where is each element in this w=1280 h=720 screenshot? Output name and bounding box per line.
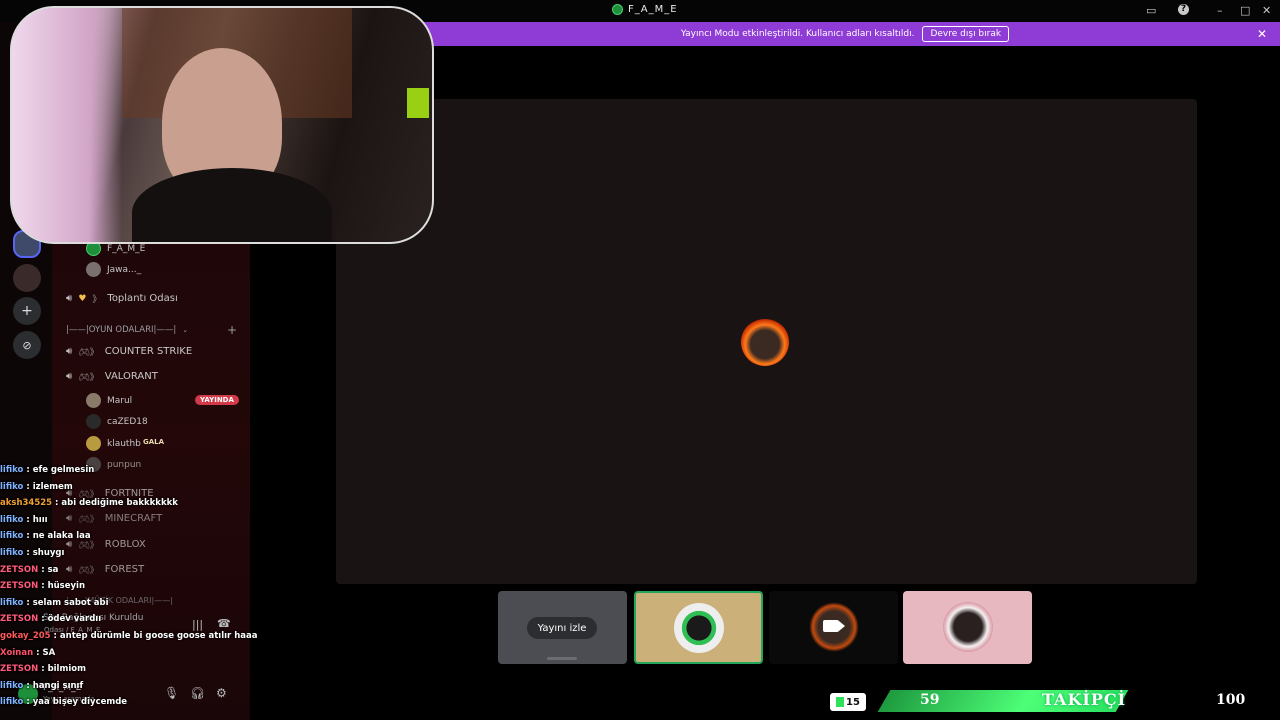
channel-name: COUNTER STRIKE bbox=[104, 346, 193, 357]
tile-indicator bbox=[547, 657, 577, 660]
follower-goal: 100 bbox=[1216, 692, 1246, 708]
gala-tag: GALA bbox=[143, 438, 165, 446]
chevron-icon: 》 bbox=[92, 295, 102, 305]
speaker-icon: 🔊︎ bbox=[66, 371, 73, 382]
live-badge: YAYINDA bbox=[195, 395, 239, 405]
maximize-button[interactable]: □ bbox=[1240, 4, 1250, 17]
inbox-icon[interactable]: ▭ bbox=[1146, 4, 1156, 17]
chat-message: lifiko : shuygı bbox=[0, 547, 65, 558]
disable-streamer-mode-button[interactable]: Devre dışı bırak bbox=[922, 26, 1010, 42]
chat-message: aksh34525 : abi dediğime bakkkkkkk bbox=[0, 498, 178, 509]
voice-member[interactable]: Marul bbox=[86, 393, 132, 408]
follower-current: 59 bbox=[920, 692, 940, 708]
watch-stream-button[interactable]: Yayını izle bbox=[527, 617, 597, 639]
follower-small-count: 15 bbox=[830, 693, 866, 711]
participant-tile-speaking[interactable] bbox=[634, 591, 763, 664]
chat-message: ZETSON : hüseyin bbox=[0, 581, 85, 592]
avatar bbox=[86, 436, 101, 451]
chat-message: lifiko : hangi sınıf bbox=[0, 680, 84, 691]
chat-message: lifiko : efe gelmesin bbox=[0, 465, 95, 475]
voice-member[interactable]: klauthb bbox=[86, 436, 141, 451]
chat-message: ZETSON : ödev vardıı bbox=[0, 614, 102, 625]
participant-tile[interactable] bbox=[769, 591, 898, 664]
member-name: Jawa..._ bbox=[107, 264, 142, 275]
member-name: klauthb bbox=[107, 438, 141, 449]
chat-message: lifiko : yaa bişey diycemde bbox=[0, 697, 128, 708]
gamepad-icon: 🎮︎》 bbox=[78, 348, 99, 358]
chat-message: ZETSON : bilmiom bbox=[0, 664, 86, 675]
webcam-person-body bbox=[132, 168, 332, 242]
speaker-icon: 🔊︎ bbox=[66, 293, 73, 304]
server-icon[interactable] bbox=[13, 264, 41, 292]
participant-tile[interactable] bbox=[903, 591, 1032, 664]
window-title-text: F_A_M_E bbox=[628, 4, 678, 15]
add-channel-icon[interactable]: + bbox=[227, 323, 237, 337]
chat-message: lifiko : hııı bbox=[0, 514, 48, 525]
participant-avatar bbox=[942, 602, 993, 652]
participant-avatar bbox=[808, 602, 859, 652]
add-server-icon[interactable]: + bbox=[13, 297, 41, 325]
camera-icon-lens bbox=[838, 621, 845, 631]
help-icon[interactable]: ? bbox=[1178, 4, 1189, 15]
heart-icon: ♥ bbox=[78, 293, 87, 304]
minimize-button[interactable]: – bbox=[1217, 4, 1223, 17]
avatar bbox=[86, 393, 101, 408]
chat-message: lifiko : izlemem bbox=[0, 481, 73, 492]
streamer-mode-banner: Yayıncı Modu etkinleştirildi. Kullanıcı … bbox=[410, 22, 1280, 46]
stage-user-avatar bbox=[741, 318, 789, 366]
category-games[interactable]: |——|OYUN ODALARI|——| ⌄ bbox=[66, 325, 188, 335]
chat-message: lifiko : selam sabot abi bbox=[0, 597, 109, 608]
follower-label: TAKİPÇİ bbox=[1042, 690, 1127, 709]
explore-servers-icon[interactable]: ⊘ bbox=[13, 331, 41, 359]
webcam-light bbox=[12, 8, 122, 242]
voice-member[interactable]: caZED18 bbox=[86, 414, 148, 429]
follower-small-count-text: 15 bbox=[846, 696, 860, 708]
channel-name: VALORANT bbox=[104, 371, 158, 382]
channel-counter-strike[interactable]: 🔊︎ 🎮︎》 COUNTER STRIKE bbox=[66, 345, 192, 358]
chevron-down-icon: ⌄ bbox=[182, 326, 189, 334]
chat-message: gokay_205 : antep dürümle bi goose goose… bbox=[0, 630, 258, 641]
chat-message: Xoinan : SA bbox=[0, 647, 56, 658]
webcam-overlay bbox=[10, 6, 434, 244]
follower-icon bbox=[836, 697, 845, 707]
member-name: Marul bbox=[107, 395, 133, 406]
app-logo-icon bbox=[612, 4, 623, 15]
gamepad-icon: 🎮︎》 bbox=[78, 373, 99, 383]
voice-member[interactable]: Jawa..._ bbox=[86, 262, 141, 277]
channel-valorant[interactable]: 🔊︎ 🎮︎》 VALORANT bbox=[66, 370, 158, 383]
channel-name: Toplantı Odası bbox=[107, 293, 178, 304]
webcam-green-light bbox=[407, 88, 429, 118]
close-window-button[interactable]: ✕ bbox=[1262, 4, 1271, 17]
category-name: |——|OYUN ODALARI|——| bbox=[66, 325, 177, 335]
avatar bbox=[86, 414, 101, 429]
channel-meeting-room[interactable]: 🔊︎ ♥ 》 Toplantı Odası bbox=[66, 292, 178, 305]
chat-message: ZETSON : sa bbox=[0, 564, 59, 575]
window-title: F_A_M_E bbox=[612, 4, 678, 15]
member-name: F_A_M_E bbox=[107, 243, 146, 254]
participant-avatar bbox=[673, 603, 724, 653]
chat-overlay: lifiko : efe gelmesin lifiko : izlemem a… bbox=[0, 462, 258, 720]
camera-icon bbox=[822, 620, 839, 632]
member-name: caZED18 bbox=[107, 416, 148, 427]
banner-close-icon[interactable]: ✕ bbox=[1257, 27, 1267, 41]
banner-text: Yayıncı Modu etkinleştirildi. Kullanıcı … bbox=[680, 29, 915, 39]
chat-message: lifiko : ne alaka laa bbox=[0, 531, 91, 542]
speaker-icon: 🔊︎ bbox=[66, 346, 73, 357]
avatar bbox=[86, 262, 101, 277]
